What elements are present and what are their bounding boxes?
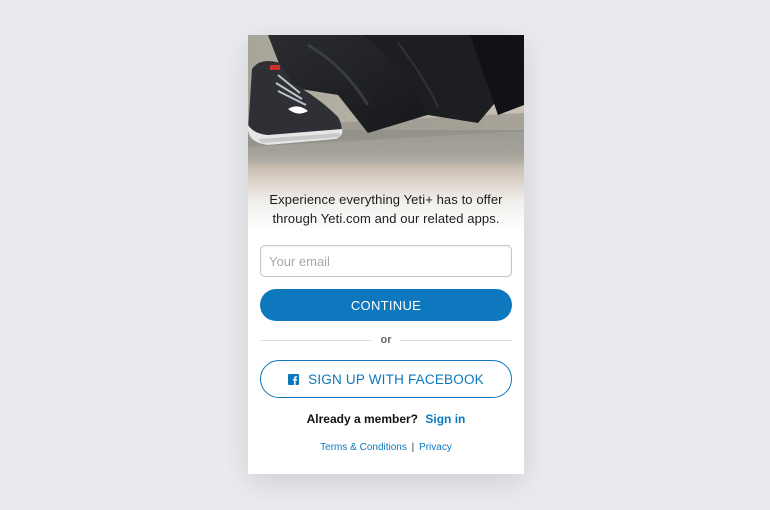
facebook-signup-label: SIGN UP WITH FACEBOOK [308, 371, 484, 387]
hero-tagline-line1: Experience everything Yeti+ has to offer [269, 192, 503, 207]
email-input[interactable] [260, 245, 512, 277]
footer-separator: | [411, 442, 415, 453]
hero-tagline: Experience everything Yeti+ has to offer… [248, 190, 524, 228]
terms-link[interactable]: Terms & Conditions [320, 442, 407, 453]
signup-card: Experience everything Yeti+ has to offer… [248, 35, 524, 474]
or-divider: or [260, 332, 512, 348]
privacy-link[interactable]: Privacy [419, 442, 452, 453]
sign-in-link[interactable]: Sign in [425, 412, 465, 426]
divider-line-right [400, 340, 512, 341]
continue-button[interactable]: CONTINUE [260, 289, 512, 321]
facebook-signup-button[interactable]: SIGN UP WITH FACEBOOK [260, 360, 512, 398]
already-member-text: Already a member? [306, 412, 419, 426]
facebook-icon [288, 373, 300, 385]
footer-links: Terms & Conditions | Privacy [248, 441, 524, 455]
hero-tagline-line2: through Yeti.com and our related apps. [272, 211, 500, 226]
hero-banner: Experience everything Yeti+ has to offer… [248, 35, 524, 235]
member-row: Already a member? Sign in [248, 411, 524, 427]
